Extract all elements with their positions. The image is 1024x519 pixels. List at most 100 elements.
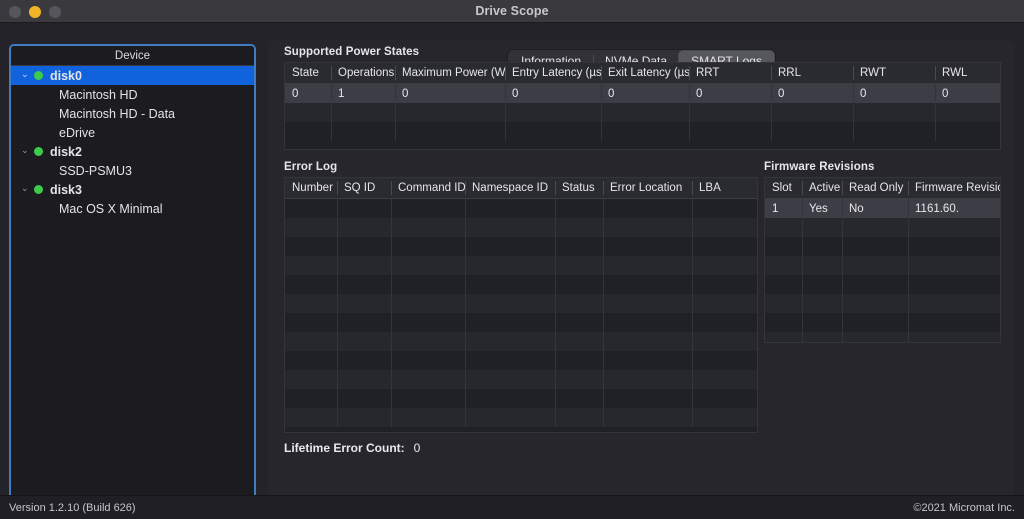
error-log-table[interactable]: Number SQ ID Command ID Namespace ID Status E… — [284, 177, 758, 433]
table-row-empty[interactable] — [285, 351, 757, 370]
chevron-down-icon[interactable]: ⌄ — [21, 184, 34, 193]
table-row-empty[interactable] — [285, 389, 757, 408]
table-cell-empty — [285, 389, 337, 408]
close-button[interactable] — [9, 5, 21, 18]
window-controls — [9, 0, 61, 23]
table-cell-empty — [603, 408, 692, 427]
table-row-empty[interactable] — [285, 275, 757, 294]
column-header[interactable]: Error Location — [603, 178, 692, 198]
table-cell-empty — [842, 275, 908, 294]
table-cell-empty — [603, 389, 692, 408]
column-header[interactable]: Command ID — [391, 178, 465, 198]
column-header[interactable]: Active — [802, 178, 842, 198]
column-header[interactable]: Operations — [331, 63, 395, 83]
table-row-empty[interactable] — [285, 370, 757, 389]
table-cell: 1161.60. — [908, 199, 1000, 218]
table-cell-empty — [391, 218, 465, 237]
column-header[interactable]: Firmware Revision — [908, 178, 1000, 198]
sidebar-item-disk2[interactable]: ⌄ disk2 — [11, 142, 254, 161]
sidebar-item-macintosh-hd-data[interactable]: Macintosh HD - Data — [11, 104, 254, 123]
table-cell-empty — [555, 313, 603, 332]
chevron-down-icon[interactable]: ⌄ — [21, 70, 34, 79]
sidebar-item-macintosh-hd[interactable]: Macintosh HD — [11, 85, 254, 104]
lifetime-error-count-value: 0 — [413, 441, 421, 455]
column-header[interactable]: RWL — [935, 63, 1000, 83]
table-cell-empty — [692, 370, 757, 389]
column-header[interactable]: Maximum Power (W) — [395, 63, 505, 83]
table-cell: 0 — [505, 84, 601, 103]
table-row-empty[interactable] — [285, 313, 757, 332]
table-cell-empty — [285, 256, 337, 275]
minimize-button[interactable] — [29, 5, 41, 18]
table-row[interactable]: 1 Yes No 1161.60. — [765, 199, 1000, 218]
power-states-table[interactable]: State Operations Maximum Power (W) Entry La… — [284, 62, 1001, 150]
sidebar-item-mac-os-x-minimal[interactable]: Mac OS X Minimal — [11, 199, 254, 218]
table-row-empty[interactable] — [285, 332, 757, 351]
table-cell-empty — [842, 294, 908, 313]
table-cell-empty — [771, 103, 853, 122]
table-cell-empty — [465, 199, 555, 218]
column-header[interactable]: Entry Latency (µs) — [505, 63, 601, 83]
sidebar-item-edrive[interactable]: eDrive — [11, 123, 254, 142]
table-row-empty[interactable] — [765, 313, 1000, 332]
table-row-empty[interactable] — [765, 256, 1000, 275]
table-cell: 0 — [601, 84, 689, 103]
table-row[interactable]: 010000000 — [285, 84, 1000, 103]
table-row-empty[interactable] — [765, 294, 1000, 313]
column-header[interactable]: Number — [285, 178, 337, 198]
table-row-empty[interactable] — [285, 218, 757, 237]
power-states-title: Supported Power States — [284, 46, 420, 58]
table-row-empty[interactable] — [765, 332, 1000, 342]
table-row-empty[interactable] — [285, 103, 1000, 122]
table-cell-empty — [285, 237, 337, 256]
table-cell-empty — [908, 218, 1000, 237]
table-cell-empty — [908, 332, 1000, 342]
table-row-empty[interactable] — [765, 275, 1000, 294]
zoom-button[interactable] — [49, 5, 61, 18]
sidebar-item-label: disk2 — [50, 144, 82, 159]
column-header[interactable]: LBA — [692, 178, 757, 198]
column-header[interactable]: Read Only — [842, 178, 908, 198]
column-header[interactable]: Slot — [765, 178, 802, 198]
column-header[interactable]: RRT — [689, 63, 771, 83]
table-header-row: State Operations Maximum Power (W) Entry La… — [285, 63, 1000, 84]
table-cell-empty — [692, 275, 757, 294]
table-cell-empty — [555, 332, 603, 351]
sidebar-item-disk0[interactable]: ⌄ disk0 — [11, 66, 254, 85]
table-row-empty[interactable] — [285, 237, 757, 256]
column-header[interactable]: RWT — [853, 63, 935, 83]
table-cell-empty — [802, 332, 842, 342]
column-header[interactable]: SQ ID — [337, 178, 391, 198]
column-header[interactable]: Namespace ID — [465, 178, 555, 198]
device-list[interactable]: ⌄ disk0 Macintosh HD Macintosh HD - Data eDr… — [11, 66, 254, 218]
table-cell-empty — [465, 218, 555, 237]
table-cell-empty — [337, 218, 391, 237]
table-cell-empty — [908, 237, 1000, 256]
table-row-empty[interactable] — [765, 237, 1000, 256]
sidebar-item-label: disk0 — [50, 68, 82, 83]
table-cell-empty — [465, 351, 555, 370]
column-header[interactable]: State — [285, 63, 331, 83]
table-row-empty[interactable] — [285, 294, 757, 313]
table-row-empty[interactable] — [285, 122, 1000, 141]
table-cell: 0 — [771, 84, 853, 103]
table-cell-empty — [908, 275, 1000, 294]
sidebar-item-ssd-psmu3[interactable]: SSD-PSMU3 — [11, 161, 254, 180]
table-row-empty[interactable] — [285, 408, 757, 427]
table-row-empty[interactable] — [285, 199, 757, 218]
table-cell-empty — [465, 408, 555, 427]
table-row-empty[interactable] — [765, 218, 1000, 237]
column-header[interactable]: Exit Latency (µs) — [601, 63, 689, 83]
sidebar-item-disk3[interactable]: ⌄ disk3 — [11, 180, 254, 199]
sidebar-item-label: Macintosh HD — [59, 87, 138, 102]
table-cell-empty — [802, 313, 842, 332]
column-header[interactable]: Status — [555, 178, 603, 198]
table-cell-empty — [465, 256, 555, 275]
table-cell: No — [842, 199, 908, 218]
chevron-down-icon[interactable]: ⌄ — [21, 146, 34, 155]
column-header[interactable]: RRL — [771, 63, 853, 83]
firmware-revisions-title: Firmware Revisions — [764, 161, 875, 173]
table-row-empty[interactable] — [285, 256, 757, 275]
table-cell: 1 — [331, 84, 395, 103]
firmware-revisions-table[interactable]: Slot Active Read Only Firmware Revision 1 Yes… — [764, 177, 1001, 343]
